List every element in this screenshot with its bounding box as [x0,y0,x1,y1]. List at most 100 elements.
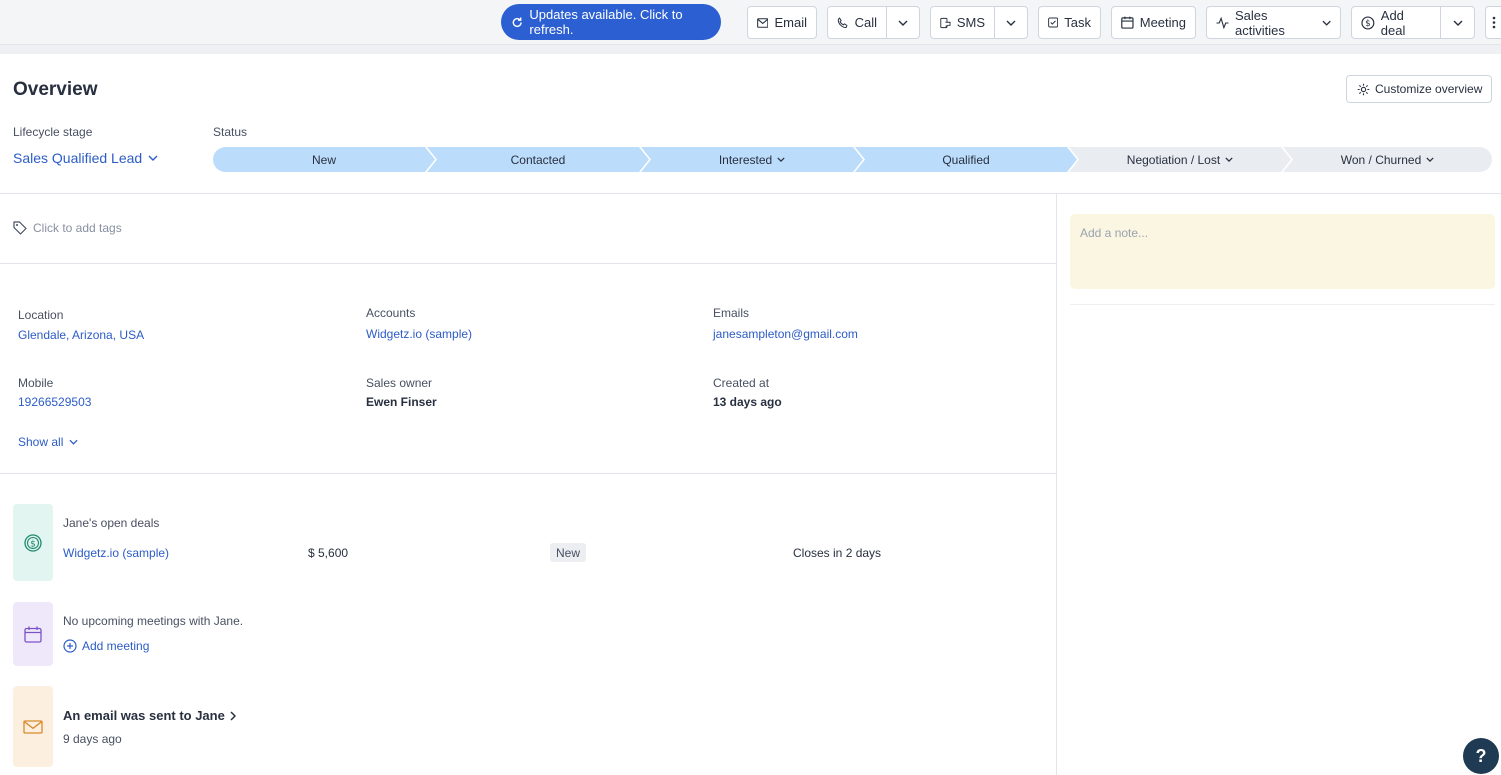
add-tags-label: Click to add tags [33,221,122,235]
phone-icon [837,17,848,28]
deal-amount: $ 5,600 [308,546,349,560]
add-deal-split-button: $ Add deal [1351,6,1475,39]
deal-stage-label: New [556,545,581,560]
mobile-label: Mobile [18,376,54,390]
status-label: Status [213,125,248,139]
status-stage-new[interactable]: New [213,147,435,172]
toolbar-divider [0,45,1501,54]
meeting-button[interactable]: Meeting [1111,6,1196,39]
status-stage-qualified[interactable]: Qualified [855,147,1077,172]
gear-icon [1357,83,1370,95]
sms-options-button[interactable] [995,7,1027,38]
refresh-banner[interactable]: Updates available. Click to refresh. [501,4,721,40]
add-meeting-label: Add meeting [82,639,150,653]
calendar-icon [24,626,42,643]
sms-button[interactable]: SMS [931,7,995,38]
no-meetings-text: No upcoming meetings with Jane. [63,614,244,628]
status-stage-contacted[interactable]: Contacted [427,147,649,172]
add-tags-button[interactable]: Click to add tags [13,221,122,235]
chevron-down-icon [148,155,158,161]
chevron-down-icon [1426,157,1434,162]
show-all-button[interactable]: Show all [18,435,78,449]
lifecycle-stage-value: Sales Qualified Lead [13,150,143,166]
sms-split-button: SMS [930,6,1028,39]
chevron-down-icon [1225,157,1233,162]
chevron-down-icon [898,20,908,26]
more-vertical-icon [1492,16,1495,29]
open-deals-heading: Jane's open deals [63,516,160,530]
status-stage-won-churned[interactable]: Won / Churned [1283,147,1492,172]
sms-icon [940,17,951,28]
activity-pulse-icon [1216,16,1229,29]
add-deal-button[interactable]: $ Add deal [1352,7,1442,38]
deal-close-date: Closes in 2 days [793,546,882,560]
accounts-label: Accounts [366,306,416,320]
deal-stage-badge: New [550,543,587,562]
email-value-link[interactable]: janesampleton@gmail.com [713,327,858,341]
add-meeting-button[interactable]: Add meeting [63,639,149,653]
call-split-button: Call [827,6,920,39]
meeting-icon-tile [13,602,53,666]
deal-name-link[interactable]: Widgetz.io (sample) [63,546,169,560]
call-button-label: Call [854,15,877,30]
deal-icon-tile: $ [13,504,53,581]
section-divider [0,473,1056,474]
lifecycle-stage-dropdown[interactable]: Sales Qualified Lead [13,150,158,166]
note-input[interactable]: Add a note... [1070,214,1495,289]
show-all-label: Show all [18,435,64,449]
email-icon-tile [13,686,53,767]
svg-text:$: $ [1365,19,1371,29]
accounts-value-link[interactable]: Widgetz.io (sample) [366,327,472,341]
stage-label: New [311,152,336,167]
page-title: Overview [13,79,98,100]
task-button[interactable]: Task [1038,6,1101,39]
status-pipeline: New Contacted Interested Qualified Negot… [213,147,1492,172]
meeting-button-label: Meeting [1139,15,1186,30]
call-options-button[interactable] [887,7,919,38]
email-activity-time: 9 days ago [63,732,122,746]
section-divider [0,263,1056,264]
dollar-circle-icon: $ [1361,16,1375,29]
help-button[interactable]: ? [1463,738,1499,774]
lifecycle-stage-label: Lifecycle stage [13,125,93,139]
help-label: ? [1475,745,1487,766]
mobile-value-link[interactable]: 19266529503 [18,395,91,409]
status-stage-interested[interactable]: Interested [641,147,863,172]
add-deal-label: Add deal [1380,7,1406,38]
stage-label: Won / Churned [1340,152,1422,167]
chevron-down-icon [1006,20,1016,26]
email-button[interactable]: Email [747,6,817,39]
created-at-label: Created at [713,376,770,390]
created-at-value: 13 days ago [713,395,782,409]
email-activity-link[interactable]: An email was sent to Jane [63,708,236,723]
chevron-down-icon [1322,20,1331,26]
svg-text:$: $ [30,539,36,549]
task-checkbox-icon [1048,17,1059,28]
add-deal-options-button[interactable] [1441,7,1474,38]
sales-activities-label: Sales activities [1234,7,1285,38]
call-button[interactable]: Call [828,7,887,38]
sales-activities-dropdown[interactable]: Sales activities [1206,6,1341,39]
chevron-down-icon [69,439,78,445]
refresh-banner-label: Updates available. Click to refresh. [529,7,683,37]
customize-overview-label: Customize overview [1375,82,1483,96]
refresh-icon [512,16,522,27]
location-label: Location [18,308,64,322]
mail-icon [23,719,43,734]
email-activity-title: An email was sent to Jane [63,708,225,723]
customize-overview-button[interactable]: Customize overview [1346,75,1492,103]
location-value[interactable]: Glendale, Arizona, USA [18,328,144,342]
sales-owner-label: Sales owner [366,376,433,390]
email-button-label: Email [774,15,807,30]
status-stage-negotiation-lost[interactable]: Negotiation / Lost [1069,147,1291,172]
note-placeholder: Add a note... [1080,226,1149,240]
tag-icon [13,221,27,235]
column-divider [1056,194,1057,775]
note-divider [1070,304,1495,305]
mail-icon [757,17,769,28]
more-options-button[interactable] [1485,6,1501,39]
stage-label: Qualified [942,152,990,167]
chevron-down-icon [777,157,785,162]
calendar-icon [1121,16,1134,29]
stage-label: Negotiation / Lost [1126,152,1221,167]
